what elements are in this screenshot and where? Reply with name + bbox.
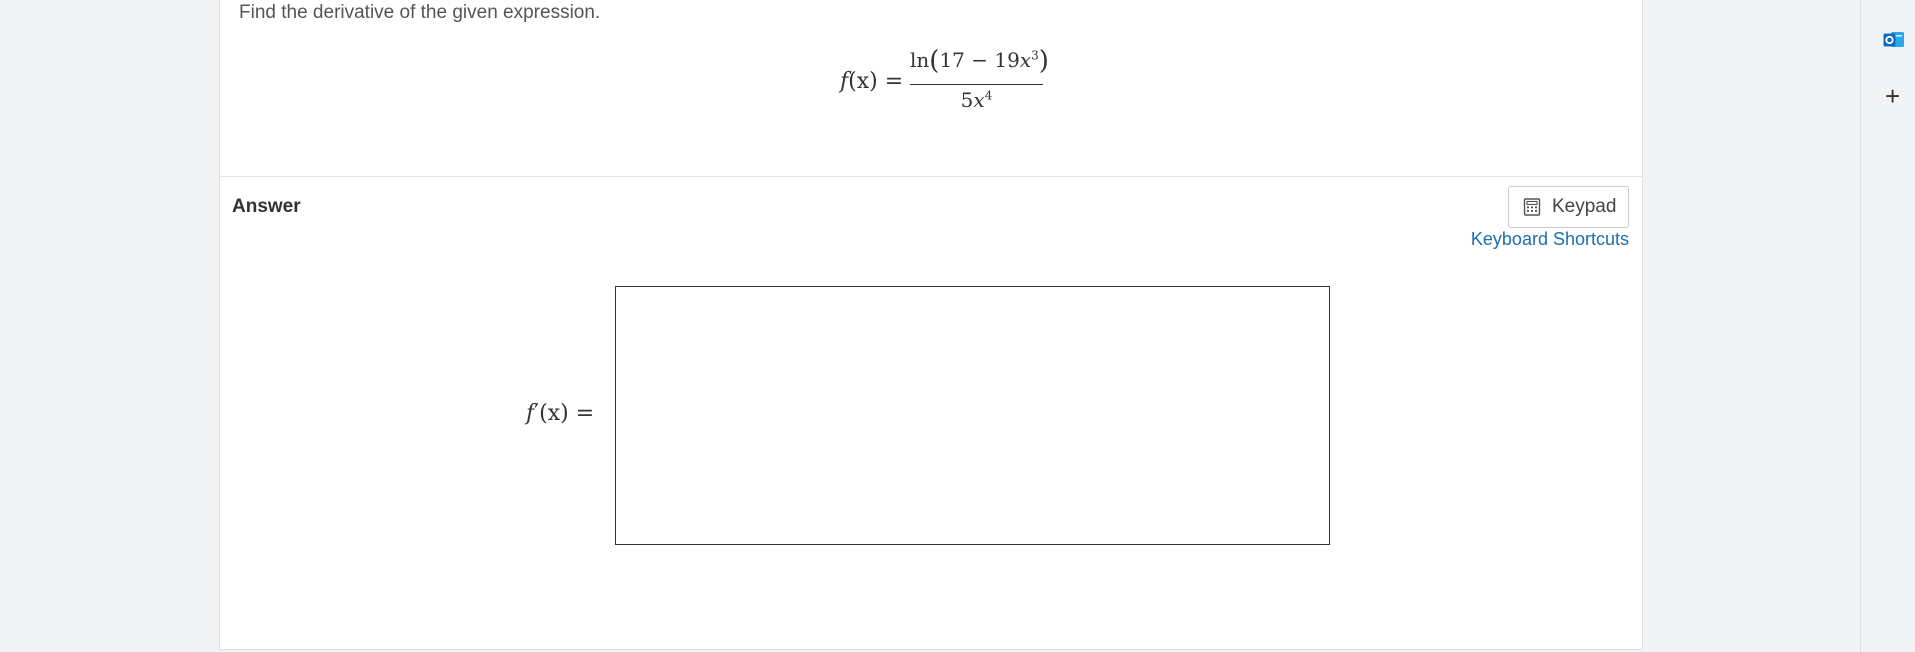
numerator-exponent: 3 [1031, 48, 1039, 63]
function-name: f [840, 69, 849, 94]
given-expression: f(x) = ln(17 − 19x3) 5x4 [820, 46, 1080, 116]
numerator: ln(17 − 19x3) [910, 46, 1049, 76]
close-paren: ) [1038, 46, 1049, 76]
page: Find the derivative of the given express… [0, 0, 1915, 652]
denominator: 5x4 [910, 88, 1043, 112]
denominator-coefficient: 5 [960, 88, 974, 112]
fraction: ln(17 − 19x3) 5x4 [910, 46, 1049, 116]
right-sidebar: + [1860, 0, 1915, 652]
answer-heading: Answer [232, 196, 301, 217]
open-paren: ( [929, 46, 940, 76]
function-argument: (x) [848, 69, 878, 94]
numerator-variable: x [1019, 48, 1032, 72]
question-card: Find the derivative of the given express… [219, 0, 1643, 650]
fraction-bar [910, 84, 1043, 85]
keypad-label: Keypad [1552, 196, 1617, 217]
keyboard-shortcuts-link[interactable]: Keyboard Shortcuts [1471, 229, 1629, 250]
derivative-equals: = [575, 401, 595, 426]
denominator-exponent: 4 [984, 88, 993, 103]
question-prompt: Find the derivative of the given express… [239, 2, 601, 23]
derivative-argument: (x) [539, 401, 569, 426]
derivative-function: f [526, 401, 535, 426]
denominator-variable: x [973, 88, 985, 112]
expression-lhs: f(x) = [840, 69, 903, 94]
derivative-label: f′(x) = [526, 401, 594, 426]
question-section: Find the derivative of the given express… [220, 0, 1642, 177]
answer-input[interactable] [615, 286, 1330, 545]
numerator-constant: 17 − 19 [939, 48, 1020, 72]
equals-sign: = [884, 69, 904, 94]
outlook-icon[interactable] [1883, 30, 1905, 50]
keypad-button[interactable]: Keypad [1508, 186, 1629, 228]
ln-function: ln [910, 48, 930, 72]
calculator-icon [1523, 198, 1541, 216]
plus-icon[interactable]: + [1885, 83, 1900, 109]
